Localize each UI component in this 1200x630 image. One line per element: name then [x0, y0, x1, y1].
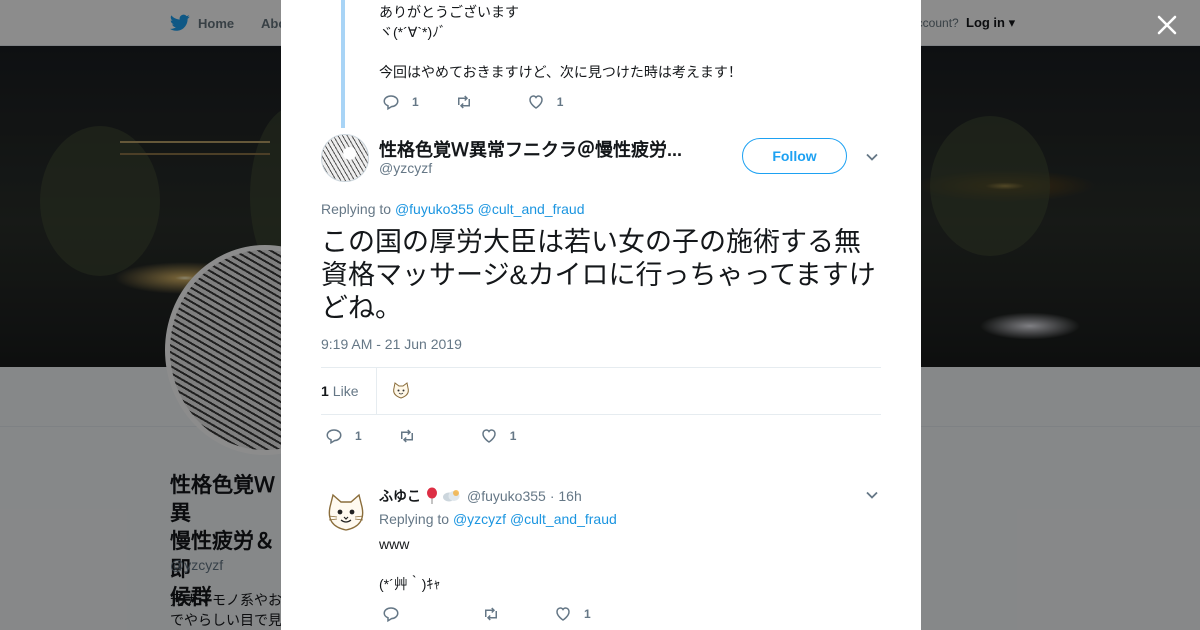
like-count: 1 [556, 95, 564, 109]
reply-count: 1 [355, 429, 362, 443]
follow-button[interactable]: Follow [742, 138, 847, 174]
main-tweet-avatar[interactable] [321, 134, 369, 182]
previous-tweet-text: ありがとうございます ヾ(*´∀`*)ﾉﾞ 今回はやめておきますけど、次に見つけ… [379, 4, 742, 80]
main-tweet-author-name[interactable]: 性格色覚Ｗ異常フニクラ＠慢性疲労... [379, 136, 709, 162]
main-tweet-actions: 1 1 [325, 427, 552, 445]
like-icon [556, 607, 570, 621]
like-button[interactable]: 1 [554, 605, 591, 623]
reply-tweet-header: ふゆこ @fuyuko355 · 16h [379, 486, 582, 506]
close-button[interactable] [1152, 10, 1182, 40]
reply-icon [383, 95, 399, 111]
close-icon [1157, 15, 1177, 35]
cloud-icon [443, 490, 460, 502]
stats-divider [376, 368, 378, 414]
reply-author-name[interactable]: ふゆこ [379, 486, 421, 506]
main-tweet-replying-to: Replying to @fuyuko355 @cult_and_fraud [321, 201, 585, 217]
reply-icon [326, 429, 342, 445]
mention-link[interactable]: @cult_and_fraud [478, 201, 585, 217]
retweet-button[interactable] [398, 427, 416, 445]
chevron-down-icon [866, 491, 878, 499]
like-button[interactable]: 1 [480, 427, 517, 445]
thread-connector-line [341, 0, 345, 128]
reply-tweet-replying-to: Replying to @yzcyzf @cult_and_fraud [379, 511, 617, 527]
like-icon [481, 429, 496, 443]
stats-like-count[interactable]: 1 [321, 383, 329, 399]
like-icon [528, 95, 543, 109]
main-tweet-text: この国の厚労大臣は若い女の子の施術する無資格マッサージ&カイロに行っちゃってます… [321, 227, 876, 323]
tweet-menu-button[interactable] [865, 150, 879, 164]
reply-author-avatar-cat-icon[interactable] [325, 492, 367, 534]
mention-link[interactable]: @cult_and_fraud [510, 511, 617, 527]
reply-menu-button[interactable] [865, 488, 879, 502]
main-tweet-author-handle[interactable]: @yzcyzf [379, 160, 432, 176]
reply-count: 1 [412, 95, 419, 109]
reply-tweet-actions: 1 [382, 605, 627, 623]
like-count: 1 [584, 607, 591, 621]
reply-button[interactable] [382, 605, 412, 623]
reply-icon [383, 607, 399, 623]
mention-link[interactable]: @fuyuko355 [395, 201, 474, 217]
liker-avatar-cat-icon[interactable] [391, 381, 411, 401]
like-button[interactable]: 1 [527, 93, 564, 111]
main-tweet-timestamp[interactable]: 9:19 AM - 21 Jun 2019 [321, 336, 462, 352]
stats-like-label[interactable]: Like [333, 383, 359, 399]
previous-tweet-actions: 1 1 [382, 93, 599, 111]
retweet-icon [485, 607, 497, 621]
tweet-modal: ありがとうございます ヾ(*´∀`*)ﾉﾞ 今回はやめておきますけど、次に見つけ… [281, 0, 921, 630]
tweet-stats-bar: 1 Like [321, 367, 881, 415]
reply-time[interactable]: · 16h [550, 488, 582, 504]
chevron-down-icon [866, 153, 878, 161]
reply-button[interactable]: 1 [325, 427, 362, 445]
replying-to-prefix: Replying to [321, 201, 392, 217]
like-count: 1 [509, 429, 517, 443]
balloon-icon [427, 487, 437, 504]
reply-author-handle[interactable]: @fuyuko355 [467, 488, 546, 504]
retweet-icon [400, 429, 413, 443]
retweet-icon [457, 95, 470, 109]
reply-tweet-text: www (*´艸｀)ｷｬ [379, 536, 441, 592]
retweet-button[interactable] [482, 605, 500, 623]
retweet-button[interactable] [455, 93, 473, 111]
mention-link[interactable]: @yzcyzf [453, 511, 506, 527]
replying-to-prefix: Replying to [379, 511, 450, 527]
reply-author-emoji [425, 487, 461, 505]
reply-button[interactable]: 1 [382, 93, 419, 111]
